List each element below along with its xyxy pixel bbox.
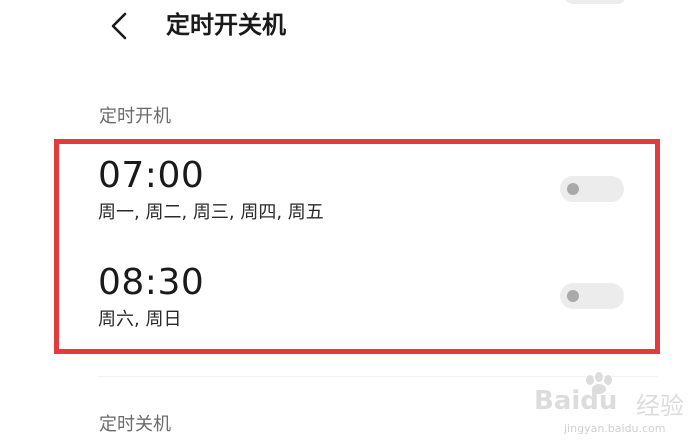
watermark-url: jingyan.baidu.com <box>564 422 666 435</box>
schedule-time: 07:00 <box>98 155 205 196</box>
schedule-item[interactable]: 08:30 周六, 周日 <box>98 262 638 332</box>
schedule-days: 周一, 周二, 周三, 周四, 周五 <box>98 202 324 223</box>
schedule-toggle[interactable] <box>560 176 624 202</box>
schedule-time: 08:30 <box>98 262 205 303</box>
toggle-knob <box>567 290 579 302</box>
schedule-days: 周六, 周日 <box>98 309 182 330</box>
watermark: Baidu 经验 jingyan.baidu.com <box>532 372 692 444</box>
cut-off-toggle <box>564 0 626 4</box>
section-label-power-on: 定时开机 <box>99 106 171 127</box>
schedule-item[interactable]: 07:00 周一, 周二, 周三, 周四, 周五 <box>98 155 638 225</box>
screen: 定时开关机 定时开机 07:00 周一, 周二, 周三, 周四, 周五 08:3… <box>0 0 696 447</box>
watermark-text: 经验 <box>636 392 684 420</box>
toggle-knob <box>567 183 579 195</box>
back-button[interactable] <box>104 10 134 42</box>
page-title: 定时开关机 <box>166 11 286 39</box>
schedule-toggle[interactable] <box>560 283 624 309</box>
watermark-logo: Baidu <box>534 386 618 416</box>
chevron-left-icon <box>111 12 127 40</box>
section-label-power-off: 定时关机 <box>99 414 171 435</box>
